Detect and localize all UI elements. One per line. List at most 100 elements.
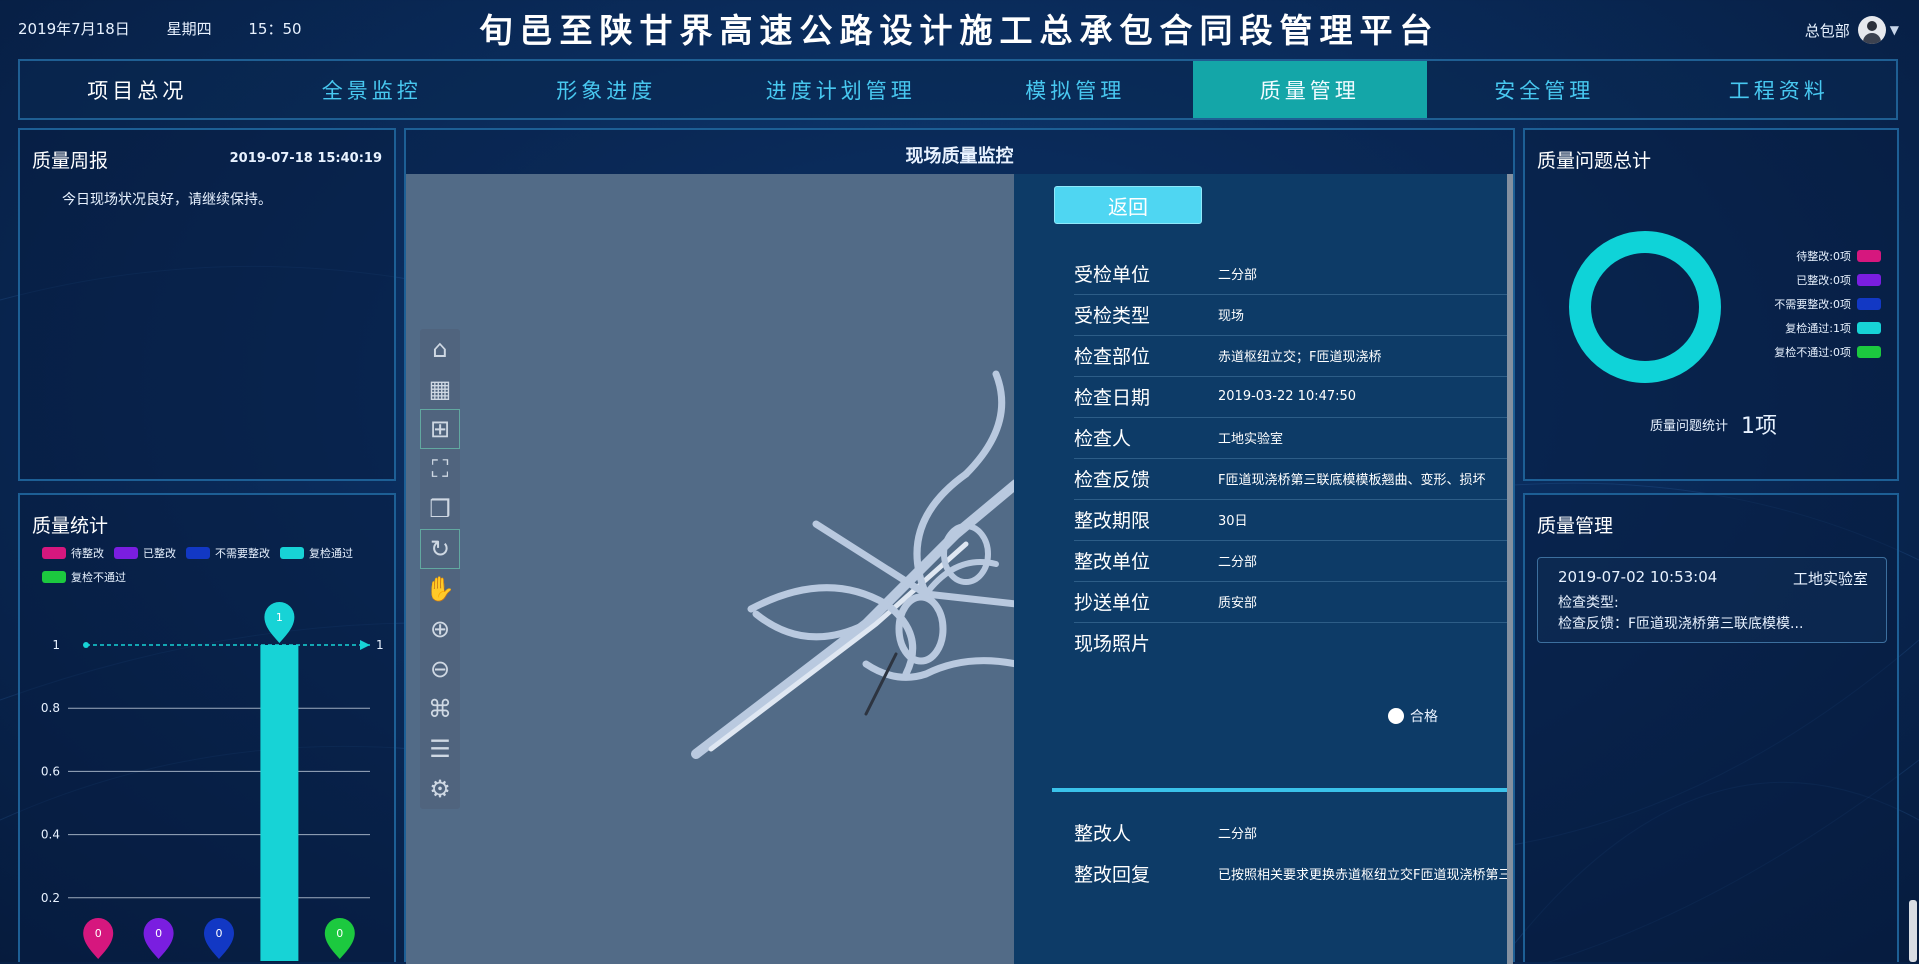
legend-item[interactable]: 已整改 <box>114 545 176 561</box>
legend-item[interactable]: 复检不通过:0项 <box>1774 344 1881 360</box>
field-value: 已按照相关要求更换赤道枢纽立交F匝道现浇桥第三联底模模板 <box>1218 868 1513 883</box>
interchange-model[interactable] <box>666 354 1014 774</box>
radio-dot-icon <box>1388 708 1404 724</box>
detail-scrollbar[interactable] <box>1507 174 1513 964</box>
user-name: 总包部 <box>1804 21 1850 40</box>
page-scrollbar[interactable] <box>1909 900 1917 962</box>
field-value: 2019-03-22 10:47:50 <box>1218 389 1357 404</box>
panel-title: 质量管理 <box>1537 515 1614 537</box>
zoom-in-icon[interactable]: ⊕ <box>420 609 460 649</box>
tree-icon[interactable]: ⌘ <box>420 689 460 729</box>
fullscreen-icon[interactable]: ⛶ <box>420 449 460 489</box>
nav-item-panorama-monitor[interactable]: 全景监控 <box>255 61 490 118</box>
page-title: 旬邑至陕甘界高速公路设计施工总承包合同段管理平台 <box>479 11 1440 50</box>
pass-radio[interactable]: 合格 <box>1388 706 1438 726</box>
user-menu[interactable]: 总包部 ▼ <box>1805 16 1899 44</box>
data-label: 0 <box>336 927 343 940</box>
issue-ring-chart <box>1569 231 1721 383</box>
panel-title: 质量周报 <box>32 150 109 172</box>
data-label: 0 <box>216 927 223 940</box>
nav-item-safety[interactable]: 安全管理 <box>1427 61 1662 118</box>
field-label: 检查部位 <box>1074 346 1151 368</box>
field-label: 整改回复 <box>1074 864 1151 886</box>
site-quality-monitor-panel: 现场质量监控 ⌂ ▦ ⊞ ⛶ ❒ ↻ ✋ ⊕ ⊖ ⌘ ☰ ⚙ 返回 受检单位 二… <box>404 128 1515 964</box>
field-label: 抄送单位 <box>1074 592 1151 614</box>
field-label: 整改单位 <box>1074 551 1151 573</box>
detail-row: 整改期限 30日 <box>1074 499 1513 541</box>
data-label: 0 <box>155 927 162 940</box>
field-label: 检查日期 <box>1074 387 1151 409</box>
nav-item-documents[interactable]: 工程资料 <box>1662 61 1897 118</box>
legend-item[interactable]: 复检通过:1项 <box>1785 320 1881 336</box>
data-label: 1 <box>276 611 283 624</box>
legend-swatch <box>280 547 304 559</box>
y-tick-label: 0.2 <box>41 891 60 905</box>
chevron-down-icon[interactable]: ▼ <box>1890 23 1899 37</box>
nav-item-visual-progress[interactable]: 形象进度 <box>489 61 724 118</box>
nav-item-simulation[interactable]: 模拟管理 <box>958 61 1193 118</box>
bim-viewport[interactable]: ⌂ ▦ ⊞ ⛶ ❒ ↻ ✋ ⊕ ⊖ ⌘ ☰ ⚙ <box>406 174 1014 964</box>
field-label: 整改期限 <box>1074 510 1151 532</box>
rotate-icon[interactable]: ↻ <box>420 529 460 569</box>
field-label: 检查人 <box>1074 428 1132 450</box>
record-feedback: 检查反馈：F匝道现浇桥第三联底模模... <box>1558 616 1804 632</box>
quality-bar-chart: 0.2 0.4 0.6 0.8 1 1 0 0 0 1 0 <box>41 602 384 961</box>
pass-label: 合格 <box>1410 709 1438 725</box>
field-value: F匝道现浇桥第三联底模模板翘曲、变形、损坏 <box>1218 473 1486 488</box>
inspection-record-card[interactable]: 2019-07-02 10:53:04 工地实验室 检查类型: 检查反馈：F匝道… <box>1537 557 1887 643</box>
quality-management-panel: 质量管理 2019-07-02 10:53:04 工地实验室 检查类型: 检查反… <box>1523 493 1899 962</box>
list-icon[interactable]: ☰ <box>420 729 460 769</box>
nav-item-overview[interactable]: 项目总况 <box>20 61 255 118</box>
field-label: 整改人 <box>1074 823 1132 845</box>
section-divider <box>1052 788 1513 792</box>
detail-row: 受检单位 二分部 <box>1074 253 1513 295</box>
nav-item-schedule[interactable]: 进度计划管理 <box>724 61 959 118</box>
zoom-out-icon[interactable]: ⊖ <box>420 649 460 689</box>
legend-item[interactable]: 待整改:0项 <box>1796 248 1881 264</box>
field-value: 质安部 <box>1218 596 1258 611</box>
legend-swatch <box>1857 274 1881 286</box>
main-nav: 项目总况 全景监控 形象进度 进度计划管理 模拟管理 质量管理 安全管理 工程资… <box>18 59 1898 120</box>
record-inspector: 工地实验室 <box>1792 570 1868 588</box>
legend-swatch <box>1857 298 1881 310</box>
legend-item[interactable]: 不需要整改 <box>186 545 270 561</box>
mark-line-arrow <box>360 640 370 650</box>
chart-legend: 待整改 已整改 不需要整改 复检通过 <box>42 545 363 561</box>
settings-icon[interactable]: ⚙ <box>420 769 460 809</box>
layout-grid-icon[interactable]: ⊞ <box>420 409 460 449</box>
legend-item[interactable]: 复检不通过 <box>42 569 126 585</box>
panel-title: 现场质量监控 <box>905 146 1014 167</box>
y-tick-label: 1 <box>52 638 60 652</box>
record-time: 2019-07-02 10:53:04 <box>1558 568 1718 586</box>
detail-row: 现场照片 <box>1074 622 1513 663</box>
back-button[interactable]: 返回 <box>1054 186 1202 224</box>
quality-weekly-panel: 质量周报 2019-07-18 15:40:19 今日现场状况良好，请继续保持。 <box>18 128 396 481</box>
home-icon[interactable]: ⌂ <box>420 329 460 369</box>
legend-item[interactable]: 不需要整改:0项 <box>1774 296 1881 312</box>
legend-swatch <box>114 547 138 559</box>
legend-swatch <box>1857 322 1881 334</box>
detail-row: 受检类型 现场 <box>1074 294 1513 336</box>
summary-label: 质量问题统计 <box>1650 419 1729 434</box>
detail-row: 整改单位 二分部 <box>1074 540 1513 582</box>
windows-icon[interactable]: ▦ <box>420 369 460 409</box>
detail-row: 检查反馈 F匝道现浇桥第三联底模模板翘曲、变形、损坏 <box>1074 458 1513 500</box>
inspection-detail: 返回 受检单位 二分部 受检类型 现场 检查部位 赤道枢纽立交；F匝道现浇桥 检查日期… <box>1014 174 1513 964</box>
detail-row: 抄送单位 质安部 <box>1074 581 1513 623</box>
cube-icon[interactable]: ❒ <box>420 489 460 529</box>
detail-row: 整改回复 已按照相关要求更换赤道枢纽立交F匝道现浇桥第三联底模模板 <box>1074 853 1513 894</box>
legend-item[interactable]: 已整改:0项 <box>1796 272 1881 288</box>
legend-swatch <box>1857 250 1881 262</box>
summary-value: 1项 <box>1741 414 1777 439</box>
nav-item-quality[interactable]: 质量管理 <box>1192 61 1427 118</box>
avatar[interactable] <box>1857 16 1886 44</box>
quality-stats-panel: 质量统计 待整改 已整改 不需要整改 复检通过 复检不通过 0.2 0.4 0.6 0… <box>18 493 396 962</box>
weekly-timestamp: 2019-07-18 15:40:19 <box>229 151 382 166</box>
field-label: 检查反馈 <box>1074 469 1151 491</box>
ring-slice-recheck-pass[interactable] <box>1569 231 1721 383</box>
legend-item[interactable]: 复检通过 <box>280 545 353 561</box>
legend-item[interactable]: 待整改 <box>42 545 104 561</box>
chart-legend-row-2: 复检不通过 <box>42 569 136 585</box>
detail-row: 检查人 工地实验室 <box>1074 417 1513 459</box>
hand-icon[interactable]: ✋ <box>420 569 460 609</box>
